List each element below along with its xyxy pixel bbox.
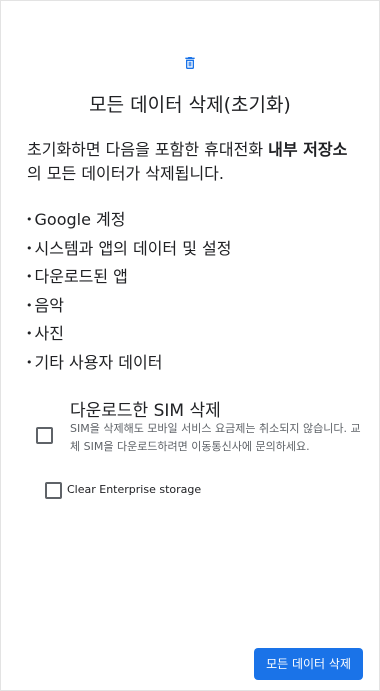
list-item: 시스템과 앱의 데이터 및 설정	[26, 236, 232, 265]
erase-esim-description: SIM을 삭제해도 모바일 서비스 요금제는 취소되지 않습니다. 교체 SIM…	[70, 422, 361, 453]
list-item: 다운로드된 앱	[26, 264, 231, 293]
intro-suffix: 의 모든 데이터가 삭제됩니다.	[27, 164, 224, 183]
clear-enterprise-checkbox[interactable]	[45, 482, 62, 499]
intro-bold: 내부 저장소	[268, 140, 348, 159]
list-item: 사진	[26, 321, 231, 350]
trash-icon	[185, 57, 195, 69]
list-item: 기타 사용자 데이터	[26, 350, 231, 379]
erase-item-list: Google 계정 시스템과 앱의 데이터 및 설정 다운로드된 앱 음악 사진…	[26, 207, 232, 379]
intro-text: 초기화하면 다음을 포함한 휴대전화 내부 저장소의 모든 데이터가 삭제됩니다…	[27, 138, 360, 186]
list-item: Google 계정	[26, 207, 231, 236]
clear-enterprise-label[interactable]: Clear Enterprise storage	[67, 483, 201, 496]
erase-esim-checkbox[interactable]	[36, 427, 53, 444]
intro-prefix: 초기화하면 다음을 포함한 휴대전화	[27, 140, 269, 159]
list-item: 음악	[26, 293, 231, 322]
erase-all-data-button[interactable]: 모든 데이터 삭제	[254, 648, 363, 680]
erase-esim-title[interactable]: 다운로드한 SIM 삭제	[70, 396, 221, 421]
page-title: 모든 데이터 삭제(초기화)	[89, 94, 291, 116]
